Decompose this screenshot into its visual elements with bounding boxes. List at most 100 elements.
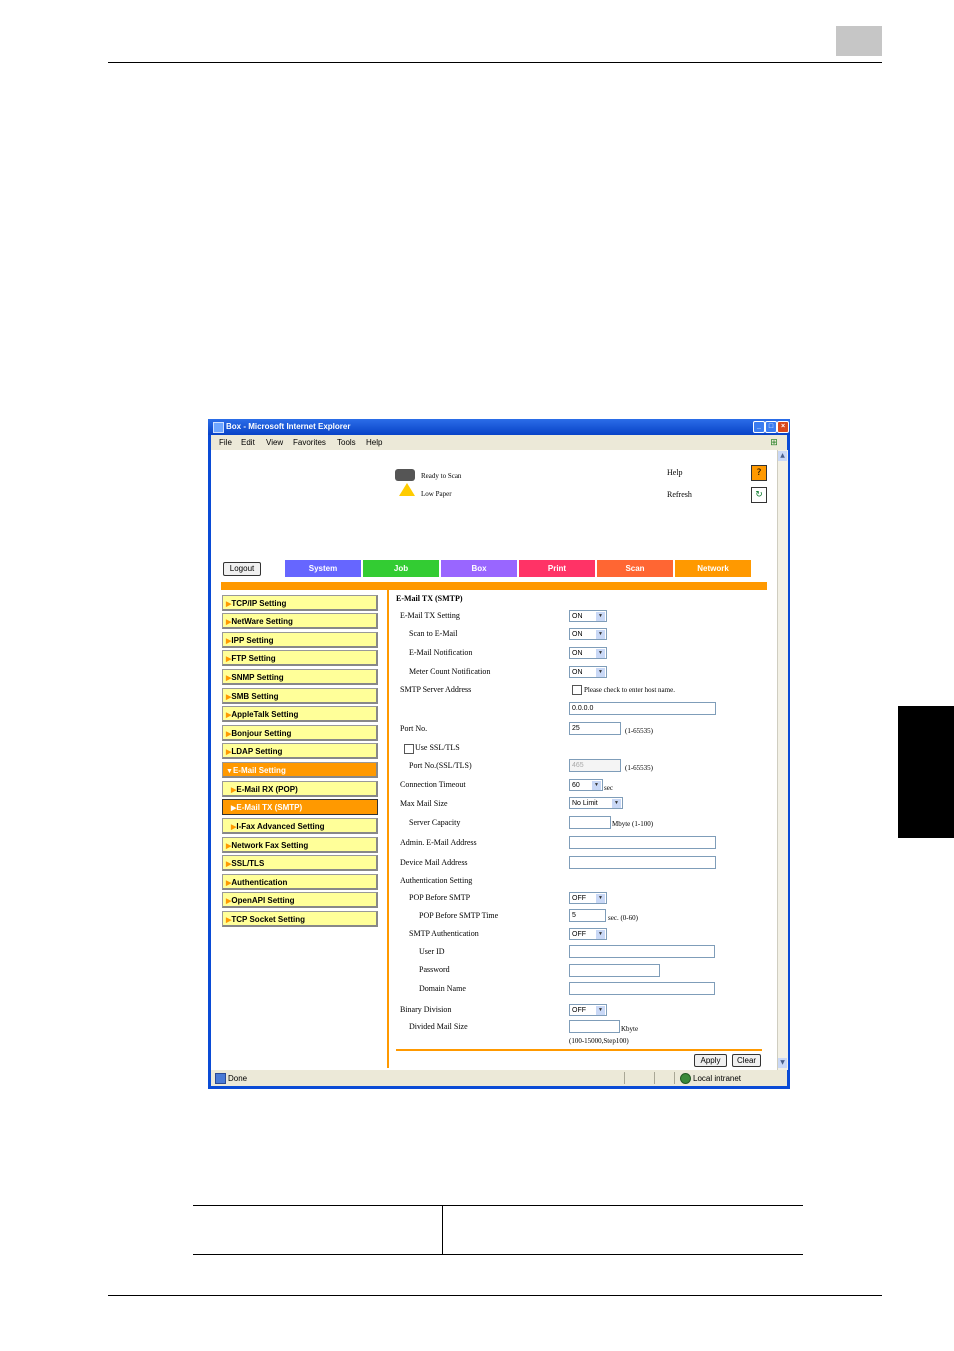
nav-tcp-socket[interactable]: ▶TCP Socket Setting — [222, 911, 378, 927]
page-number-box — [836, 26, 882, 56]
smtp-server-input[interactable]: 0.0.0.0 — [569, 702, 716, 715]
ssl-port-input[interactable]: 465 — [569, 759, 621, 772]
maximize-icon[interactable]: □ — [765, 421, 777, 433]
status-bar: Done Local intranet — [211, 1070, 787, 1086]
status-paper: Low Paper — [421, 490, 452, 498]
menu-tools[interactable]: Tools — [337, 438, 356, 447]
max-mail-select[interactable]: No Limit ▼ — [569, 797, 623, 809]
pop-before-select[interactable]: OFF ▼ — [569, 892, 607, 904]
scan-to-email-select[interactable]: ON ▼ — [569, 628, 607, 640]
divided-unit: Kbyte — [621, 1025, 639, 1033]
meter-count-label: Meter Count Notification — [409, 667, 491, 676]
tab-scan[interactable]: Scan — [597, 560, 673, 577]
tx-setting-select[interactable]: ON ▼ — [569, 610, 607, 622]
nav-smb[interactable]: ▶SMB Setting — [222, 688, 378, 704]
nav-authentication[interactable]: ▶Authentication — [222, 874, 378, 890]
domain-input[interactable] — [569, 982, 715, 995]
footer-rule — [108, 1295, 882, 1296]
browser-window: Box - Microsoft Internet Explorer _ □ × … — [208, 419, 790, 1089]
header-rule — [108, 62, 882, 63]
nav-ssl[interactable]: ▶SSL/TLS — [222, 855, 378, 871]
binary-label: Binary Division — [400, 1005, 452, 1014]
menu-file[interactable]: File — [219, 438, 232, 447]
nav-email-rx[interactable]: ▶E-Mail RX (POP) — [222, 781, 378, 797]
ssl-port-range: (1-65535) — [625, 764, 653, 772]
nav-email[interactable]: ▼E-Mail Setting — [222, 762, 378, 778]
password-label: Password — [419, 965, 450, 974]
clear-button[interactable]: Clear — [732, 1054, 761, 1067]
meter-count-select[interactable]: ON ▼ — [569, 666, 607, 678]
email-notification-select[interactable]: ON ▼ — [569, 647, 607, 659]
server-capacity-unit: Mbyte (1-100) — [612, 820, 654, 828]
nav-appletalk[interactable]: ▶AppleTalk Setting — [222, 706, 378, 722]
password-input[interactable] — [569, 964, 660, 977]
nav-snmp[interactable]: ▶SNMP Setting — [222, 669, 378, 685]
pop-time-input[interactable]: 5 — [569, 909, 606, 922]
menu-edit[interactable]: Edit — [241, 438, 255, 447]
nav-email-tx[interactable]: ▶E-Mail TX (SMTP) — [222, 799, 378, 815]
tab-box[interactable]: Box — [441, 560, 517, 577]
warning-icon — [399, 483, 415, 496]
max-mail-label: Max Mail Size — [400, 799, 448, 808]
hostname-check-label: Please check to enter host name. — [584, 686, 675, 694]
divided-input[interactable] — [569, 1020, 620, 1033]
scan-to-email-label: Scan to E-Mail — [409, 629, 458, 638]
nav-network-fax[interactable]: ▶Network Fax Setting — [222, 837, 378, 853]
port-range: (1-65535) — [625, 727, 653, 735]
smtp-auth-select[interactable]: OFF ▼ — [569, 928, 607, 940]
device-mail-input[interactable] — [569, 856, 716, 869]
user-id-label: User ID — [419, 947, 445, 956]
tab-network[interactable]: Network — [675, 560, 751, 577]
tab-print[interactable]: Print — [519, 560, 595, 577]
email-notification-label: E-Mail Notification — [409, 648, 473, 657]
ssl-port-label: Port No.(SSL/TLS) — [409, 761, 472, 770]
user-id-input[interactable] — [569, 945, 715, 958]
intranet-icon — [680, 1073, 691, 1084]
close-icon[interactable]: × — [777, 421, 789, 433]
hostname-checkbox[interactable] — [572, 685, 582, 695]
page-content: Ready to Scan Low Paper Help ? Refresh ↻… — [211, 450, 777, 1070]
nav-ldap[interactable]: ▶LDAP Setting — [222, 743, 378, 759]
vertical-scrollbar[interactable]: ▲ ▼ — [777, 450, 788, 1070]
nav-ftp[interactable]: ▶FTP Setting — [222, 650, 378, 666]
logout-button[interactable]: Logout — [223, 562, 261, 576]
table-bottom-rule — [193, 1254, 803, 1255]
zone-text: Local intranet — [693, 1074, 742, 1083]
scroll-down-icon[interactable]: ▼ — [778, 1058, 787, 1068]
nav-openapi[interactable]: ▶OpenAPI Setting — [222, 892, 378, 908]
admin-email-input[interactable] — [569, 836, 716, 849]
page-icon — [215, 1073, 226, 1084]
window-title: Box - Microsoft Internet Explorer — [226, 422, 351, 431]
ie-icon — [213, 422, 224, 433]
tab-system[interactable]: System — [285, 560, 361, 577]
nav-ipp[interactable]: ▶IPP Setting — [222, 632, 378, 648]
nav-ifax[interactable]: ▶I-Fax Advanced Setting — [222, 818, 378, 834]
server-capacity-input[interactable] — [569, 816, 611, 829]
auth-setting-label: Authentication Setting — [400, 876, 473, 885]
help-icon[interactable]: ? — [751, 465, 767, 481]
port-label: Port No. — [400, 724, 428, 733]
tab-job[interactable]: Job — [363, 560, 439, 577]
use-ssl-checkbox[interactable] — [404, 744, 414, 754]
nav-bonjour[interactable]: ▶Bonjour Setting — [222, 725, 378, 741]
timeout-unit: sec — [604, 784, 613, 792]
timeout-label: Connection Timeout — [400, 780, 466, 789]
status-ready: Ready to Scan — [421, 472, 462, 480]
nav-netware[interactable]: ▶NetWare Setting — [222, 613, 378, 629]
refresh-icon[interactable]: ↻ — [751, 487, 767, 503]
device-mail-label: Device Mail Address — [400, 858, 468, 867]
minimize-icon[interactable]: _ — [753, 421, 765, 433]
apply-button[interactable]: Apply — [694, 1054, 727, 1067]
binary-select[interactable]: OFF ▼ — [569, 1004, 607, 1016]
timeout-select[interactable]: 60 ▼ — [569, 779, 603, 791]
port-input[interactable]: 25 — [569, 722, 621, 735]
menu-help[interactable]: Help — [366, 438, 382, 447]
divided-range: (100-15000,Step100) — [569, 1037, 629, 1045]
use-ssl-label: Use SSL/TLS — [415, 743, 460, 752]
smtp-auth-label: SMTP Authentication — [409, 929, 479, 938]
menu-favorites[interactable]: Favorites — [293, 438, 326, 447]
scroll-up-icon[interactable]: ▲ — [778, 451, 787, 461]
nav-tcpip[interactable]: ▶TCP/IP Setting — [222, 595, 378, 611]
pop-before-label: POP Before SMTP — [409, 893, 471, 902]
menu-view[interactable]: View — [266, 438, 283, 447]
